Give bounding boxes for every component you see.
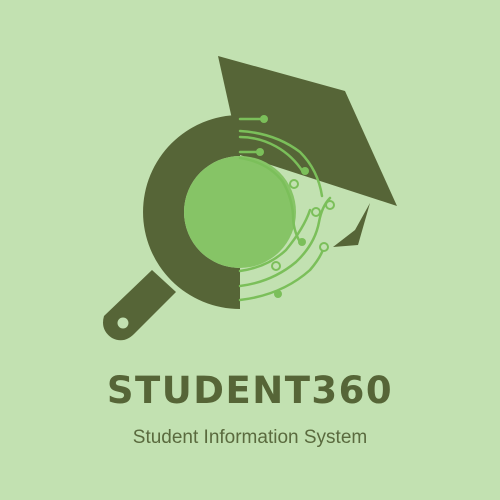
brand-tagline: Student Information System xyxy=(132,427,368,448)
brand-name: STUDENT360 xyxy=(106,369,394,412)
magnifier-handle-icon xyxy=(103,270,176,341)
magnifier-lens-icon xyxy=(184,156,296,268)
logo-icon xyxy=(103,56,397,341)
